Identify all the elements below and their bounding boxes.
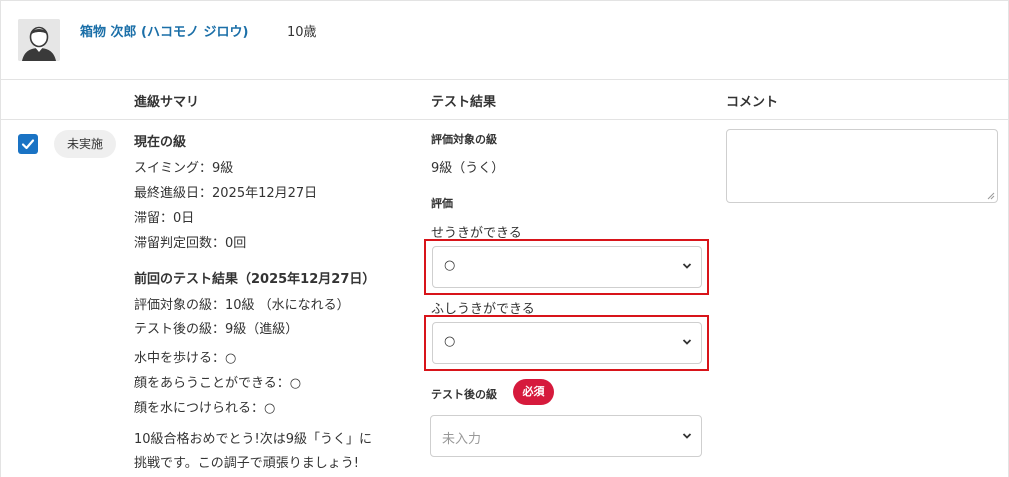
student-age: 10歳 xyxy=(287,25,317,40)
evaluation-select-highlight: ○ xyxy=(424,315,709,371)
select-value: ○ xyxy=(444,258,456,273)
select-value: ○ xyxy=(444,334,456,349)
avatar xyxy=(18,19,60,61)
previous-target-line: 評価対象の級：10級 （水になれる） xyxy=(134,298,350,313)
required-badge: 必須 xyxy=(513,379,554,405)
previous-test-heading: 前回のテスト結果（2025年12月27日） xyxy=(134,272,376,287)
student-header: 箱物 次郎 (ハコモノ ジロウ) 10歳 xyxy=(1,0,1009,80)
student-name-link[interactable]: 箱物 次郎 (ハコモノ ジロウ) xyxy=(80,21,248,40)
column-header-row: 進級サマリ テスト結果 コメント xyxy=(1,80,1009,120)
current-grade-line: スイミング：9級 xyxy=(134,161,234,176)
student-card: 箱物 次郎 (ハコモノ ジロウ) 10歳 進級サマリ テスト結果 コメント 未実… xyxy=(0,0,1009,477)
status-badge: 未実施 xyxy=(54,130,116,158)
column-header-comment: コメント xyxy=(726,95,779,110)
target-grade-value: 9級（うく） xyxy=(431,161,505,176)
chevron-down-icon xyxy=(682,263,692,269)
evaluation-select-1[interactable]: ○ xyxy=(432,246,702,288)
chevron-down-icon xyxy=(682,339,692,345)
target-grade-label: 評価対象の級 xyxy=(431,133,497,146)
select-placeholder: 未入力 xyxy=(442,432,482,447)
previous-item-line: 顔をあらうことができる：○ xyxy=(134,376,302,391)
current-grade-heading: 現在の級 xyxy=(134,135,187,150)
evaluation-select-2[interactable]: ○ xyxy=(432,322,702,364)
comment-textarea[interactable] xyxy=(726,129,998,203)
column-header-summary: 進級サマリ xyxy=(134,95,200,110)
previous-after-line: テスト後の級：9級（進級） xyxy=(134,322,299,337)
message-line: 10級合格おめでとう!次は9級「うく」に xyxy=(134,432,373,447)
column-header-results: テスト結果 xyxy=(431,95,497,110)
checkmark-icon xyxy=(21,139,35,150)
stay-judgement-line: 滞留判定回数：0回 xyxy=(134,236,247,251)
message-line: 挑戦です。この調子で頑張りましょう! xyxy=(134,456,359,471)
stay-days-line: 滞留：0日 xyxy=(134,211,195,226)
resize-grip-icon[interactable] xyxy=(986,191,995,200)
previous-item-line: 水中を歩ける：○ xyxy=(134,351,237,366)
user-silhouette-icon xyxy=(18,19,60,61)
after-grade-label: テスト後の級 xyxy=(431,388,497,401)
after-grade-select[interactable]: 未入力 xyxy=(430,415,702,457)
chevron-down-icon xyxy=(682,433,692,439)
row-select-checkbox[interactable] xyxy=(18,134,38,154)
previous-item-line: 顔を水につけられる：○ xyxy=(134,401,276,416)
last-promotion-line: 最終進級日：2025年12月27日 xyxy=(134,186,318,201)
evaluation-label: 評価 xyxy=(431,197,453,210)
evaluation-select-highlight: ○ xyxy=(424,239,709,295)
